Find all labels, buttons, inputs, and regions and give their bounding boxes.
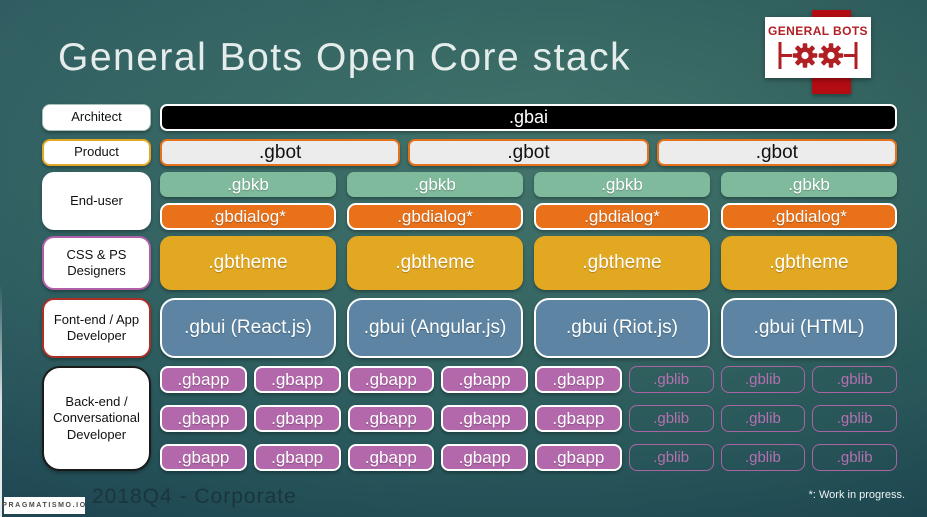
gbdialog-block: .gbdialog* [347, 203, 523, 230]
gbot-block: .gbot [408, 139, 649, 166]
gbapp-gblib-row-1: .gbapp .gbapp .gbapp .gbapp .gbapp .gbli… [160, 366, 897, 393]
gbkb-block: .gbkb [347, 172, 523, 197]
gbapp-block: .gbapp [535, 444, 622, 471]
gbtheme-row: .gbtheme .gbtheme .gbtheme .gbtheme [160, 236, 897, 290]
gbapp-block: .gbapp [441, 444, 528, 471]
gbtheme-block: .gbtheme [160, 236, 336, 290]
gbui-angular-block: .gbui (Angular.js) [347, 298, 523, 358]
gbdialog-row: .gbdialog* .gbdialog* .gbdialog* .gbdial… [160, 203, 897, 230]
gblib-block: .gblib [812, 444, 897, 471]
pragmatismo-watermark: PRAGMATISMO.IO [2, 497, 85, 514]
gbapp-block: .gbapp [347, 405, 435, 432]
gbapp-block: .gbapp [253, 444, 341, 471]
gbapp-block: .gbapp [441, 405, 528, 432]
gbapp-block: .gbapp [535, 366, 622, 393]
gbai-block: .gbai [160, 104, 897, 131]
slide-left-edge [0, 0, 2, 517]
gbapp-block: .gbapp [253, 405, 341, 432]
gbai-row: .gbai [160, 104, 897, 131]
gbtheme-block: .gbtheme [721, 236, 897, 290]
row-label-end-user: End-user [42, 172, 151, 230]
row-label-frontend-app-developer: Font-end / App Developer [42, 298, 151, 358]
gblib-block: .gblib [628, 405, 714, 432]
row-label-product: Product [42, 139, 151, 166]
logo-card: GENERAL BOTS [765, 17, 871, 78]
gbapp-block: .gbapp [535, 405, 622, 432]
work-in-progress-note: *: Work in progress. [808, 489, 905, 501]
gbtheme-block: .gbtheme [534, 236, 710, 290]
two-gears-with-axle-icon [772, 39, 864, 77]
gbdialog-block: .gbdialog* [721, 203, 897, 230]
gbot-block: .gbot [656, 139, 897, 166]
gblib-block: .gblib [720, 444, 806, 471]
gbot-row: .gbot .gbot .gbot [160, 139, 897, 166]
gbui-riot-block: .gbui (Riot.js) [534, 298, 710, 358]
gbapp-block: .gbapp [347, 366, 435, 393]
slide-title: General Bots Open Core stack [58, 36, 632, 79]
gblib-block: .gblib [812, 405, 897, 432]
gbapp-block: .gbapp [253, 366, 341, 393]
gbkb-block: .gbkb [534, 172, 710, 197]
row-label-architect: Architect [42, 104, 151, 131]
gbui-react-block: .gbui (React.js) [160, 298, 336, 358]
gbtheme-block: .gbtheme [347, 236, 523, 290]
gbkb-block: .gbkb [160, 172, 336, 197]
footer-date-corporate: 2018Q4 - Corporate [92, 485, 297, 508]
gblib-block: .gblib [720, 405, 806, 432]
gblib-block: .gblib [628, 366, 714, 393]
gbdialog-block: .gbdialog* [160, 203, 336, 230]
gbapp-block: .gbapp [160, 444, 247, 471]
gbdialog-block: .gbdialog* [534, 203, 710, 230]
gblib-block: .gblib [628, 444, 714, 471]
row-label-backend-conversational-developer: Back-end / Conversational Developer [42, 366, 151, 471]
gbapp-block: .gbapp [441, 366, 528, 393]
gbapp-block: .gbapp [160, 366, 247, 393]
gbot-block: .gbot [160, 139, 401, 166]
gbapp-gblib-row-3: .gbapp .gbapp .gbapp .gbapp .gbapp .gbli… [160, 444, 897, 471]
gbui-row: .gbui (React.js) .gbui (Angular.js) .gbu… [160, 298, 897, 358]
row-label-css-ps-designers: CSS & PS Designers [42, 236, 151, 290]
gblib-block: .gblib [720, 366, 806, 393]
slide: General Bots Open Core stack GENERAL BOT… [0, 0, 927, 517]
gbkb-block: .gbkb [721, 172, 897, 197]
gbui-html-block: .gbui (HTML) [721, 298, 897, 358]
gbapp-block: .gbapp [160, 405, 247, 432]
gbapp-gblib-row-2: .gbapp .gbapp .gbapp .gbapp .gbapp .gbli… [160, 405, 897, 432]
logo-brand-text: GENERAL BOTS [768, 24, 868, 38]
gbapp-block: .gbapp [347, 444, 435, 471]
gblib-block: .gblib [812, 366, 897, 393]
gbkb-row: .gbkb .gbkb .gbkb .gbkb [160, 172, 897, 197]
